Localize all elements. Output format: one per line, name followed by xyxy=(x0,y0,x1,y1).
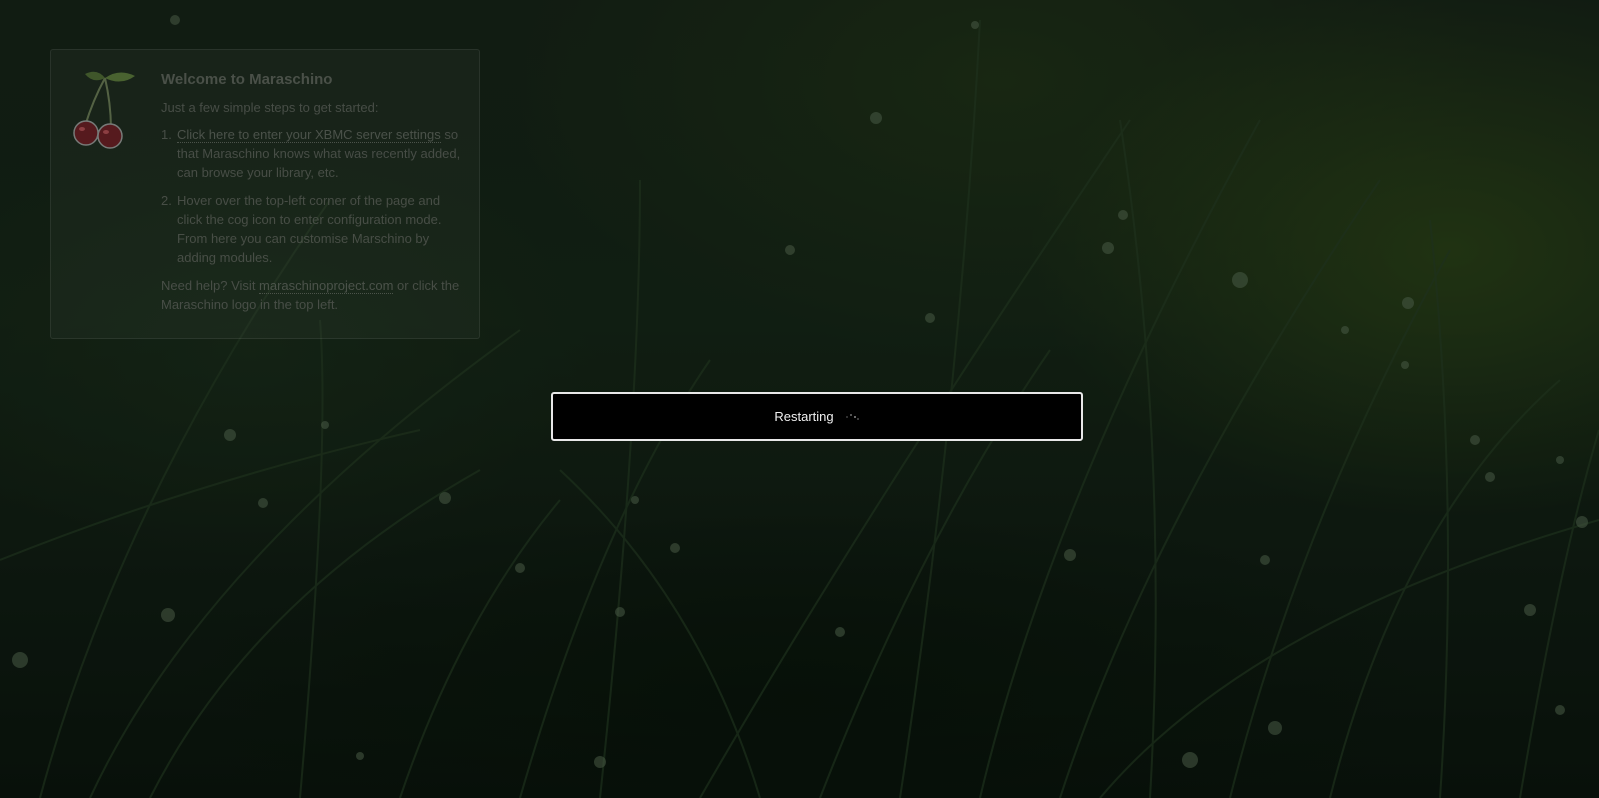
welcome-title: Welcome to Maraschino xyxy=(161,71,333,88)
welcome-panel: Welcome to Maraschino Just a few simple … xyxy=(50,49,480,339)
step-number: 2. xyxy=(161,193,172,208)
cherry-icon[interactable] xyxy=(71,70,141,150)
restart-dialog: Restarting xyxy=(551,392,1083,441)
xbmc-settings-link[interactable]: Click here to enter your XBMC server set… xyxy=(177,127,441,143)
help-prefix: Need help? Visit xyxy=(161,278,260,293)
help-text: Need help? Visit maraschinoproject.com o… xyxy=(161,276,466,314)
step-number: 1. xyxy=(161,127,172,142)
welcome-content: Welcome to Maraschino Just a few simple … xyxy=(161,70,466,314)
step-item: 2. Hover over the top-left corner of the… xyxy=(161,191,466,267)
restart-status-text: Restarting xyxy=(774,409,834,424)
steps-list: 1. Click here to enter your XBMC server … xyxy=(161,125,466,267)
loading-spinner-icon xyxy=(844,413,860,421)
maraschino-project-link[interactable]: maraschinoproject.com xyxy=(259,278,394,294)
welcome-intro: Just a few simple steps to get started: xyxy=(161,100,379,115)
step-item: 1. Click here to enter your XBMC server … xyxy=(161,125,466,182)
step-text: Hover over the top-left corner of the pa… xyxy=(177,193,442,265)
